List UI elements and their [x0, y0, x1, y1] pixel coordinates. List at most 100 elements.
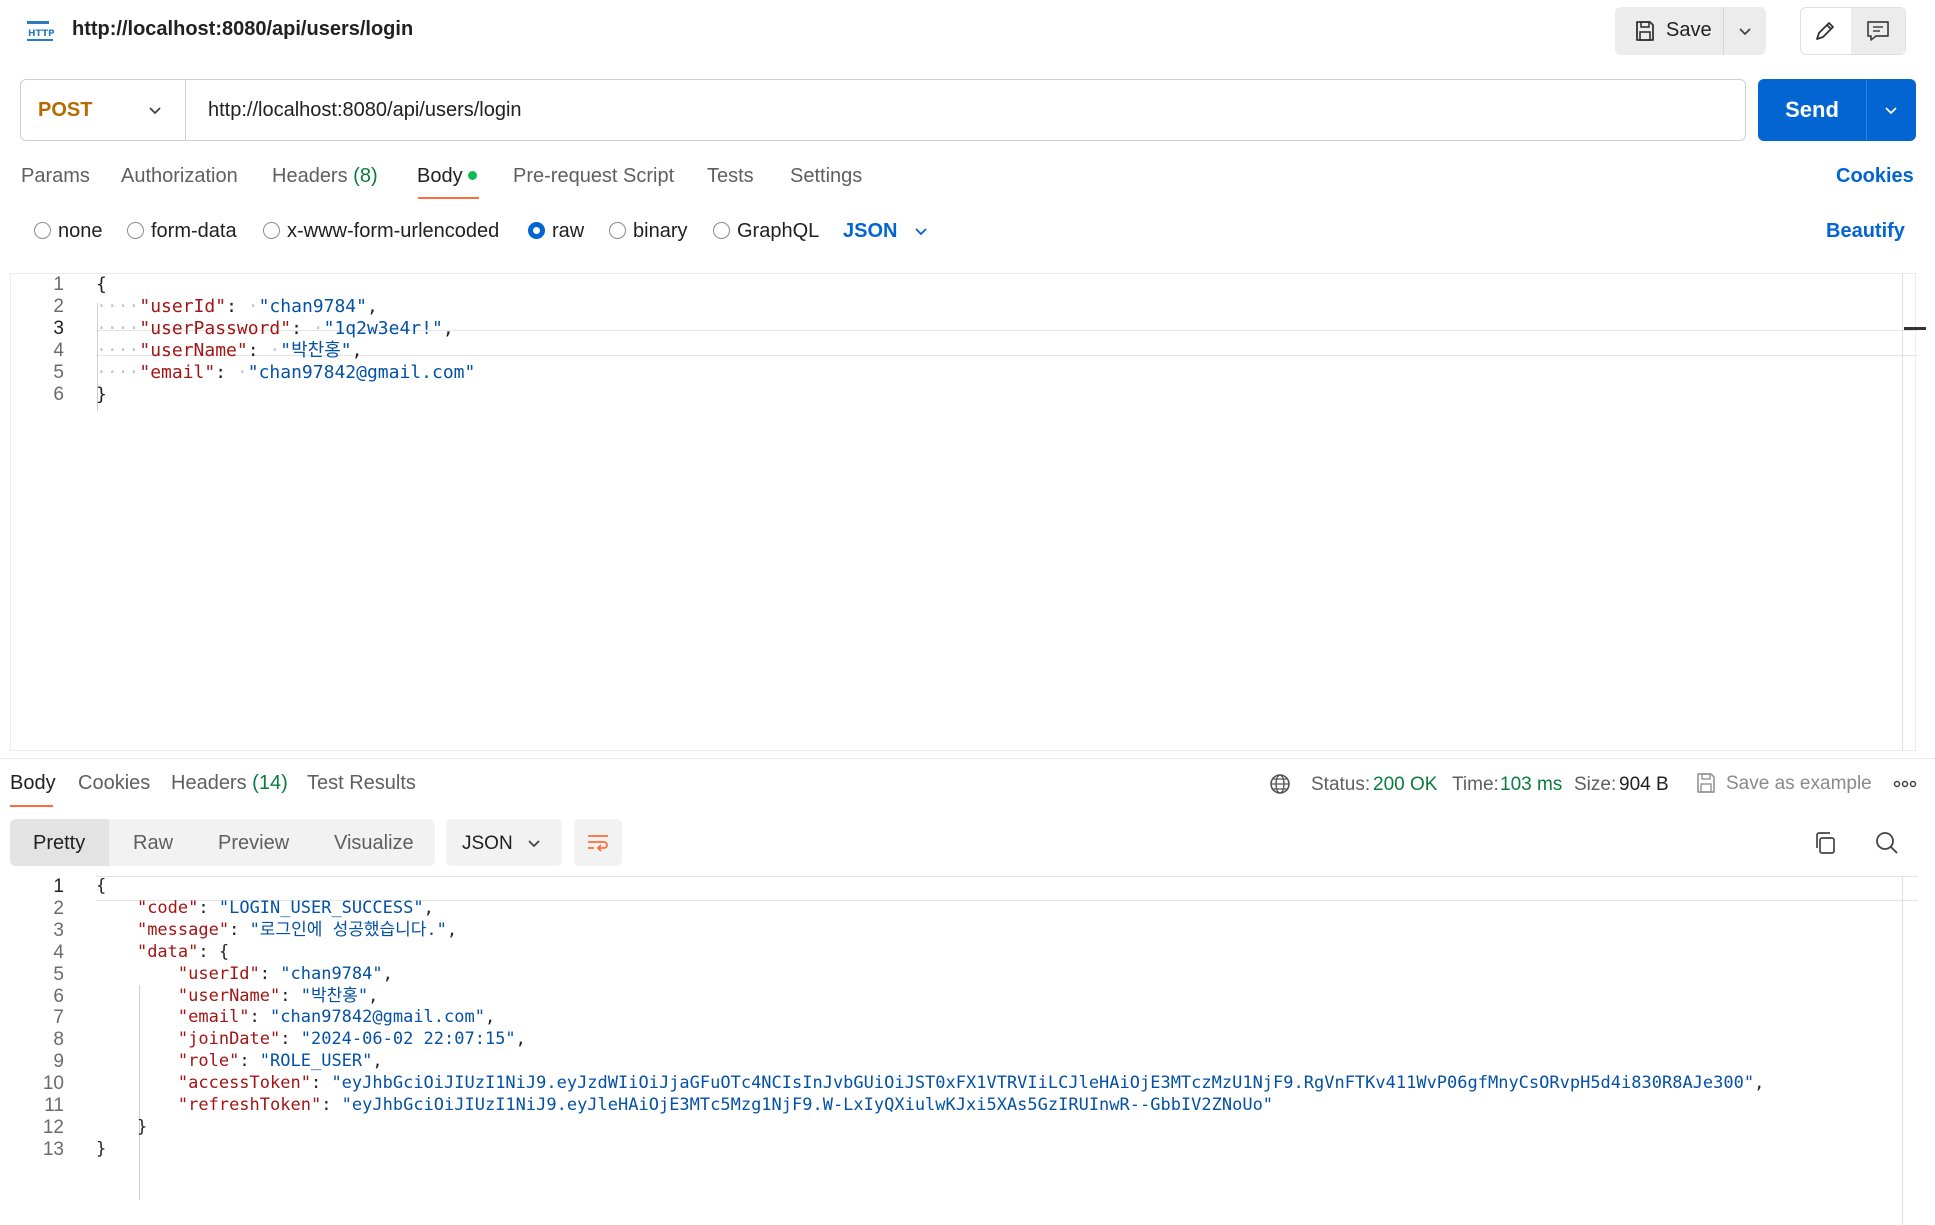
code-line[interactable]: "accessToken": "eyJhbGciOiJIUzI1NiJ9.eyJ… [96, 1073, 1764, 1095]
code-line[interactable]: "message": "로그인에 성공했습니다.", [96, 920, 457, 942]
chevron-down-icon [528, 840, 540, 848]
beautify-button[interactable]: Beautify [1826, 220, 1905, 243]
json-key: "joinDate" [177, 1029, 281, 1050]
json-punctuation: } [96, 1138, 107, 1159]
time-label: Time: [1452, 774, 1499, 795]
send-options-button[interactable] [1866, 79, 1916, 141]
globe-icon[interactable] [1268, 772, 1292, 796]
view-pretty-button[interactable]: Pretty [33, 832, 85, 855]
response-format-label: JSON [462, 833, 513, 854]
json-key: "email" [177, 1007, 250, 1028]
json-key: "code" [136, 897, 199, 918]
tab-params[interactable]: Params [21, 165, 90, 188]
code-line[interactable]: } [96, 1117, 147, 1139]
code-line[interactable]: "joinDate": "2024-06-02 22:07:15", [96, 1029, 526, 1051]
line-number: 4 [53, 941, 64, 963]
view-raw-button[interactable]: Raw [133, 832, 173, 855]
radio-urlencoded-label[interactable]: x-www-form-urlencoded [287, 220, 499, 243]
code-line[interactable]: "email": "chan97842@gmail.com", [96, 1007, 495, 1029]
code-line[interactable]: "userName": "박찬홍", [96, 986, 378, 1008]
save-options-button[interactable] [1723, 7, 1766, 55]
radio-binary[interactable] [609, 222, 626, 239]
line-number: 1 [53, 274, 64, 295]
radio-form-data-label[interactable]: form-data [151, 220, 237, 243]
time-value[interactable]: 103 ms [1500, 774, 1562, 796]
view-preview-button[interactable]: Preview [218, 832, 289, 855]
pane-divider[interactable] [0, 758, 1935, 759]
json-string: "chan9784" [280, 963, 383, 984]
code-line[interactable]: { [96, 876, 106, 898]
response-tab-test-results[interactable]: Test Results [307, 772, 416, 795]
json-punctuation [96, 1029, 178, 1049]
line-number: 10 [42, 1073, 64, 1095]
more-options-icon[interactable] [1893, 776, 1917, 792]
save-icon [1636, 21, 1654, 41]
json-punctuation: , [366, 296, 378, 317]
response-tab-headers-label: Headers [171, 772, 247, 794]
json-punctuation [96, 964, 178, 984]
json-string: "ROLE_USER" [259, 1051, 373, 1072]
radio-graphql[interactable] [713, 222, 730, 239]
radio-urlencoded[interactable] [263, 222, 280, 239]
save-label: Save [1666, 19, 1712, 41]
whitespace-marker: · [312, 318, 324, 339]
search-icon[interactable] [1874, 830, 1900, 856]
cookies-link[interactable]: Cookies [1836, 165, 1914, 188]
json-punctuation: , [446, 919, 458, 940]
tab-body[interactable]: Body [417, 165, 463, 188]
size-label: Size: [1574, 774, 1617, 795]
response-scrollbar[interactable] [1902, 876, 1903, 1225]
request-title[interactable]: http://localhost:8080/api/users/login [72, 18, 413, 41]
copy-icon[interactable] [1812, 830, 1838, 856]
tab-settings[interactable]: Settings [790, 165, 862, 188]
code-line[interactable]: "role": "ROLE_USER", [96, 1051, 383, 1073]
url-input[interactable] [196, 82, 1736, 138]
json-punctuation [96, 1007, 178, 1027]
radio-form-data[interactable] [127, 222, 144, 239]
send-button[interactable]: Send [1758, 79, 1866, 141]
radio-raw-label[interactable]: raw [552, 220, 584, 243]
comments-button[interactable] [1851, 8, 1905, 54]
json-key: "email" [139, 362, 216, 383]
code-line[interactable]: ····"userName": ·"박찬홍", [96, 340, 362, 362]
response-tab-cookies[interactable]: Cookies [78, 772, 150, 795]
tab-pre-request-script[interactable]: Pre-request Script [513, 165, 674, 188]
radio-graphql-label[interactable]: GraphQL [737, 220, 819, 243]
code-line[interactable]: ····"userPassword": ·"1q2w3e4r!", [96, 318, 454, 340]
json-punctuation [96, 1095, 178, 1115]
chevron-down-icon[interactable] [912, 222, 930, 240]
json-punctuation: : [280, 985, 301, 1006]
code-line[interactable]: "code": "LOGIN_USER_SUCCESS", [96, 898, 434, 920]
radio-binary-label[interactable]: binary [633, 220, 687, 243]
tab-headers[interactable]: Headers (8) [272, 165, 378, 188]
radio-none-label[interactable]: none [58, 220, 103, 243]
radio-none[interactable] [34, 222, 51, 239]
json-punctuation: : [310, 1073, 332, 1094]
code-line[interactable]: "refreshToken": "eyJhbGciOiJIUzI1NiJ9.ey… [96, 1095, 1273, 1117]
code-line[interactable]: } [96, 384, 107, 406]
code-line[interactable]: } [96, 1139, 106, 1161]
whitespace-marker: ···· [96, 362, 140, 383]
pencil-icon[interactable] [1812, 18, 1838, 44]
response-tab-body[interactable]: Body [10, 772, 56, 795]
radio-raw[interactable] [528, 222, 545, 239]
active-tab-indicator [10, 805, 53, 807]
code-line[interactable]: "data": { [96, 942, 229, 964]
size-value[interactable]: 904 B [1619, 774, 1669, 796]
code-line[interactable]: ····"userId": ·"chan9784", [96, 296, 378, 318]
view-visualize-button[interactable]: Visualize [334, 832, 414, 855]
status-value[interactable]: 200 OK [1373, 774, 1437, 796]
code-line[interactable]: "userId": "chan9784", [96, 964, 393, 986]
line-number: 5 [53, 362, 64, 383]
tab-tests[interactable]: Tests [707, 165, 754, 188]
save-as-example-button[interactable]: Save as example [1726, 773, 1872, 795]
json-punctuation: : [198, 897, 219, 918]
body-format-select[interactable]: JSON [843, 220, 897, 243]
tab-authorization[interactable]: Authorization [121, 165, 238, 188]
json-string: "1q2w3e4r!" [323, 318, 443, 339]
code-line[interactable]: ····"email": ·"chan97842@gmail.com" [96, 362, 475, 384]
line-number: 2 [53, 296, 64, 317]
response-tab-headers[interactable]: Headers (14) [171, 772, 288, 795]
code-line[interactable]: { [96, 274, 107, 296]
editor-scrollbar[interactable] [1902, 273, 1903, 751]
